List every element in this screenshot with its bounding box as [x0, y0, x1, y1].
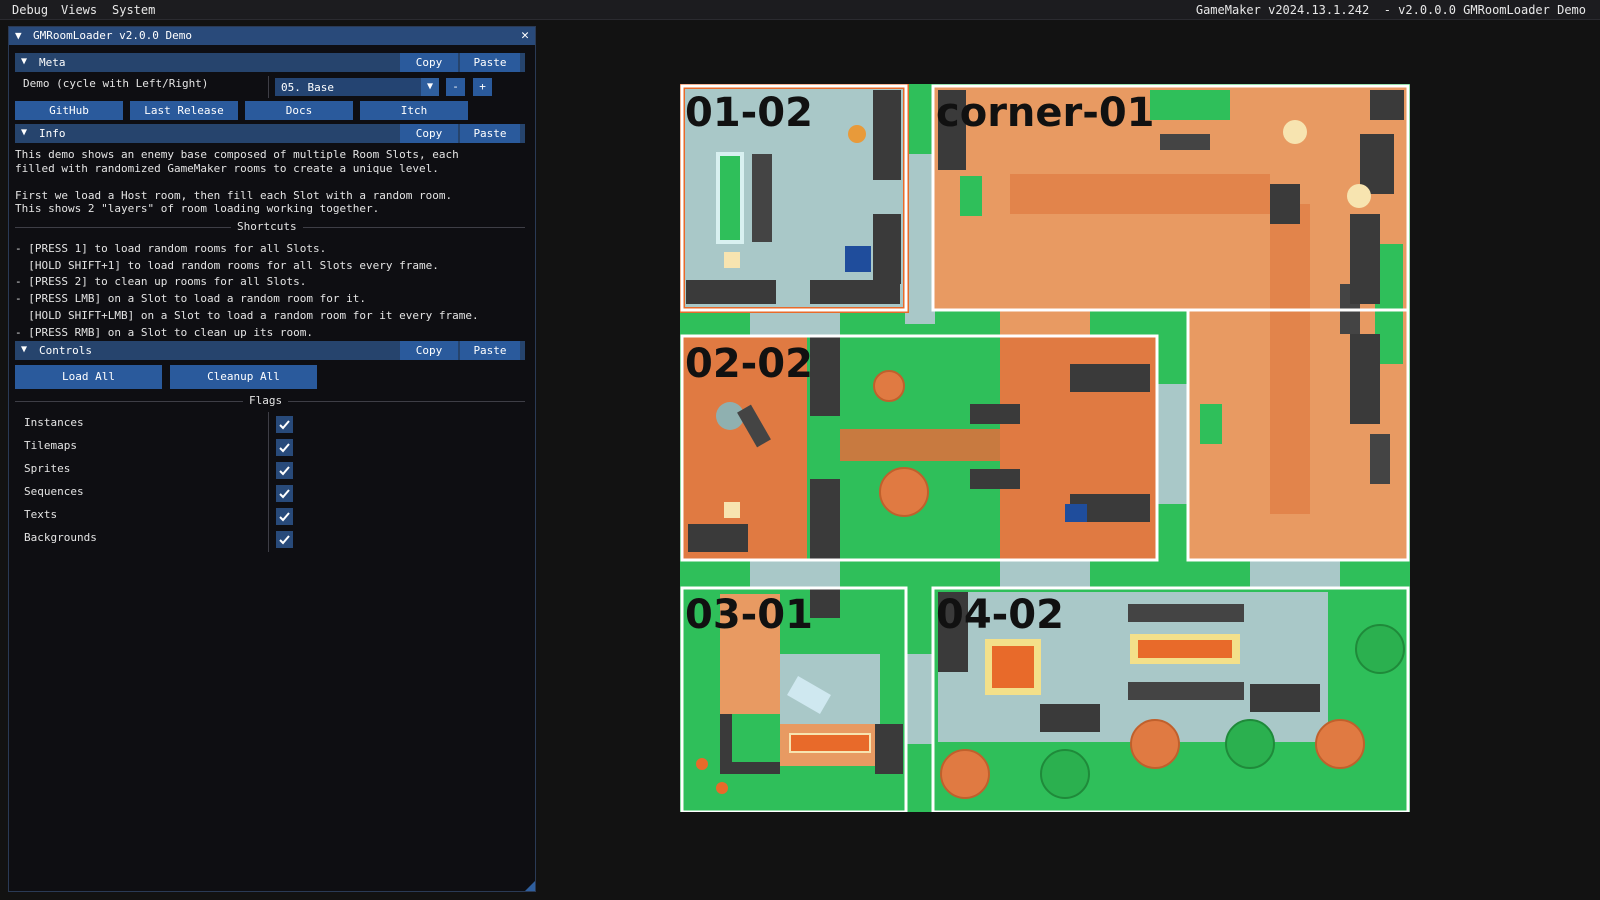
itch-button[interactable]: Itch — [360, 101, 468, 120]
info-paste-button[interactable]: Paste — [460, 124, 520, 143]
corridor — [905, 154, 935, 324]
controls-paste-button[interactable]: Paste — [460, 341, 520, 360]
meta-copy-button[interactable]: Copy — [400, 53, 458, 72]
meta-paste-button[interactable]: Paste — [460, 53, 520, 72]
debug-window: ▼ GMRoomLoader v2.0.0 Demo ✕ ▼ Meta Copy… — [8, 26, 536, 892]
version-info: GameMaker v2024.13.1.242 - v2.0.0.0 GMRo… — [1195, 3, 1586, 17]
controls-copy-button[interactable]: Copy — [400, 341, 458, 360]
flag-label-backgrounds: Backgrounds — [24, 531, 97, 544]
checkmark-icon — [279, 420, 290, 430]
room-label-02-02: 02-02 — [685, 341, 813, 387]
controls-header-label: Controls — [39, 344, 92, 357]
demo-select-value: 05. Base — [281, 81, 334, 94]
room-label-corner-01: corner-01 — [936, 90, 1155, 136]
room-label-03-01: 03-01 — [685, 592, 813, 638]
menu-system[interactable]: System — [112, 3, 155, 17]
docs-button[interactable]: Docs — [245, 101, 353, 120]
demo-select[interactable]: 05. Base ▼ — [275, 78, 439, 96]
flag-label-tilemaps: Tilemaps — [24, 439, 77, 452]
checkmark-icon — [279, 443, 290, 453]
shortcuts-text: - [PRESS 1] to load random rooms for all… — [15, 242, 479, 339]
flag-sprites-checkbox[interactable] — [276, 462, 293, 479]
checkmark-icon — [279, 489, 290, 499]
chevron-down-icon[interactable]: ▼ — [421, 78, 439, 96]
info-copy-button[interactable]: Copy — [400, 124, 458, 143]
corridor — [1000, 560, 1090, 588]
checkmark-icon — [279, 512, 290, 522]
window-title-bar[interactable]: ▼ GMRoomLoader v2.0.0 Demo ✕ — [9, 27, 535, 45]
github-button[interactable]: GitHub — [15, 101, 123, 120]
resize-grip-icon[interactable] — [525, 881, 535, 891]
flag-sequences-checkbox[interactable] — [276, 485, 293, 502]
corridor — [1250, 560, 1340, 588]
flag-label-sprites: Sprites — [24, 462, 71, 475]
room-label-04-02: 04-02 — [936, 592, 1064, 638]
flag-label-sequences: Sequences — [24, 485, 84, 498]
game-level-map[interactable]: 01-02 corner-01 02-02 03-01 04-02 — [680, 84, 1410, 812]
room-label-01-02: 01-02 — [685, 90, 813, 136]
column-divider — [268, 76, 269, 98]
window-title: GMRoomLoader v2.0.0 Demo — [33, 29, 192, 42]
last-release-button[interactable]: Last Release — [130, 101, 238, 120]
menu-bar: Debug Views System GameMaker v2024.13.1.… — [0, 0, 1600, 20]
meta-header-label: Meta — [39, 56, 66, 69]
info-text: This demo shows an enemy base composed o… — [15, 148, 459, 215]
corridor — [750, 309, 840, 337]
load-all-button[interactable]: Load All — [15, 365, 162, 389]
demo-next-button[interactable]: + — [473, 78, 492, 96]
flags-column-divider — [268, 412, 269, 552]
checkmark-icon — [279, 535, 290, 545]
menu-views[interactable]: Views — [61, 3, 97, 17]
flag-label-instances: Instances — [24, 416, 84, 429]
corridor — [1000, 309, 1090, 337]
flags-title: Flags — [243, 394, 289, 407]
shortcuts-title: Shortcuts — [231, 220, 303, 233]
corridor — [750, 560, 840, 588]
info-header-label: Info — [39, 127, 66, 140]
checkmark-icon — [279, 466, 290, 476]
flag-tilemaps-checkbox[interactable] — [276, 439, 293, 456]
demo-prev-button[interactable]: - — [446, 78, 465, 96]
collapse-icon[interactable]: ▼ — [15, 29, 22, 42]
demo-label: Demo (cycle with Left/Right) — [23, 77, 209, 90]
flag-texts-checkbox[interactable] — [276, 508, 293, 525]
collapse-icon: ▼ — [21, 127, 28, 138]
corridor — [1158, 384, 1188, 504]
menu-debug[interactable]: Debug — [12, 3, 48, 17]
close-icon[interactable]: ✕ — [521, 28, 529, 43]
flag-instances-checkbox[interactable] — [276, 416, 293, 433]
cleanup-all-button[interactable]: Cleanup All — [170, 365, 317, 389]
flag-label-texts: Texts — [24, 508, 58, 521]
flag-backgrounds-checkbox[interactable] — [276, 531, 293, 548]
collapse-icon: ▼ — [21, 344, 28, 355]
collapse-icon: ▼ — [21, 56, 28, 67]
